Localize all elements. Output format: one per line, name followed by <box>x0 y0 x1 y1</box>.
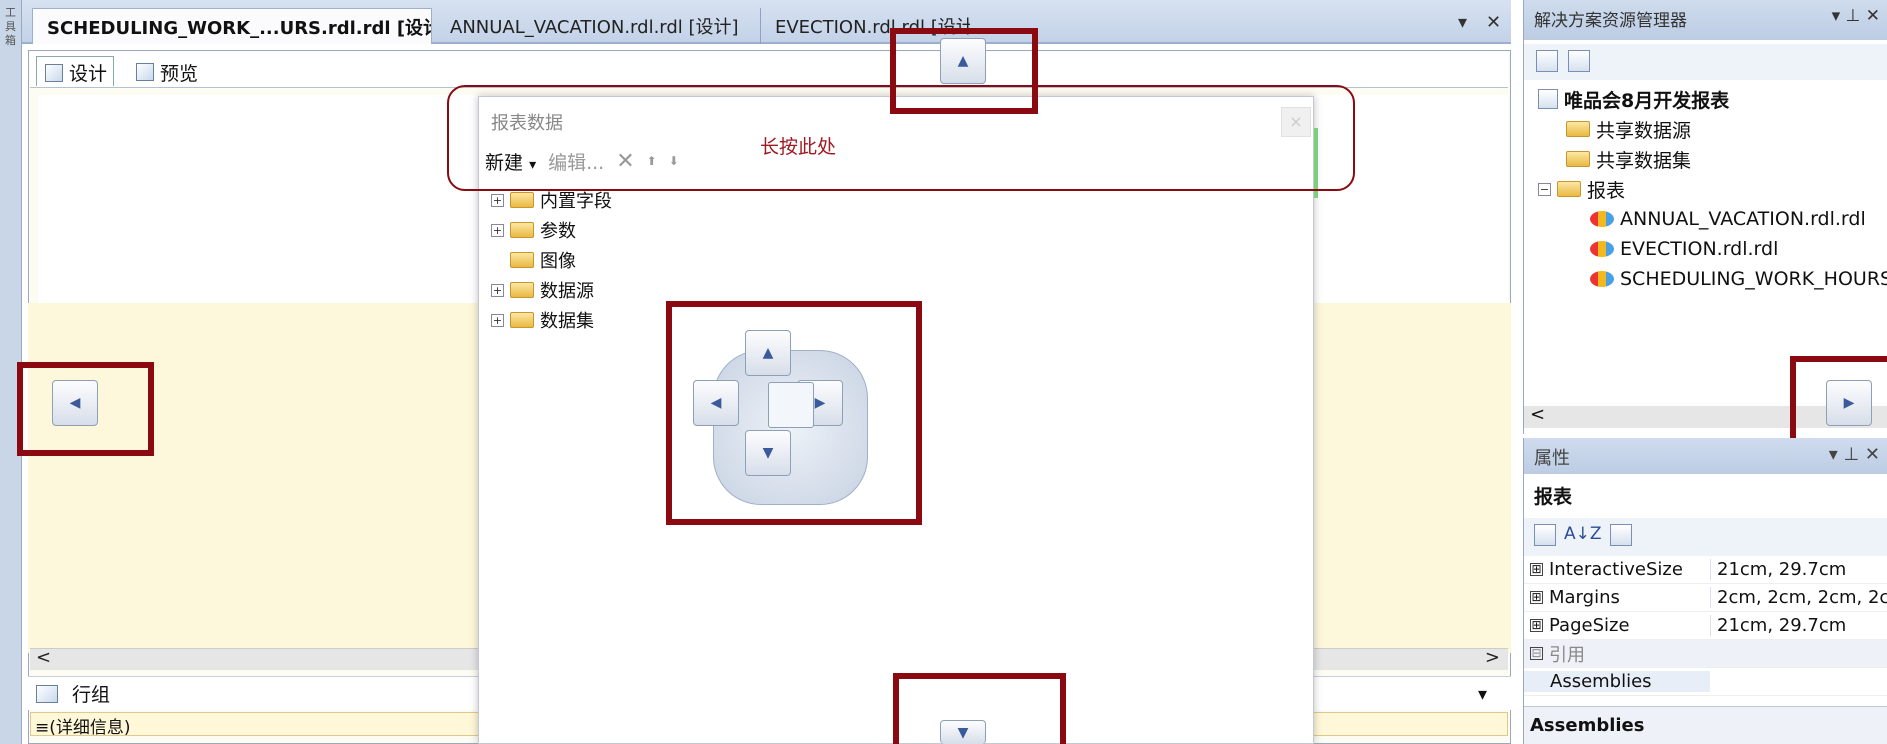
folder-icon <box>510 192 534 208</box>
tab-list-dropdown-icon[interactable]: ▾ <box>1458 12 1467 33</box>
property-value[interactable]: 21cm, 29.7cm <box>1710 559 1887 580</box>
project-root-label: 唯品会8月开发报表 <box>1564 89 1730 112</box>
report-file-scheduling-work-hours[interactable]: SCHEDULING_WORK_HOURS.rdl <box>1538 264 1887 294</box>
panel-controls-icon[interactable]: ▾ ⊥ ✕ <box>1829 444 1880 465</box>
solution-explorer-title: 解决方案资源管理器 <box>1534 11 1687 31</box>
property-key: Margins <box>1549 587 1620 608</box>
property-row-selected[interactable]: Assemblies <box>1524 668 1887 696</box>
property-grid: ⊞ InteractiveSize 21cm, 29.7cm ⊞ Margins 2… <box>1524 556 1887 696</box>
categorized-icon[interactable] <box>1534 524 1556 546</box>
tree-item-images[interactable]: 图像 <box>491 245 612 275</box>
alphabetical-sort-icon[interactable]: A↓Z <box>1564 524 1602 550</box>
tab-annual-vacation[interactable]: ANNUAL_VACATION.rdl.rdl [设计] <box>436 8 756 44</box>
design-icon <box>45 63 63 82</box>
folder-shared-datasets[interactable]: 共享数据集 <box>1538 144 1887 174</box>
highlight-box-bottom <box>893 673 1066 744</box>
folder-label: 共享数据集 <box>1596 149 1692 172</box>
property-pages-icon[interactable] <box>1609 524 1632 546</box>
property-value[interactable]: 21cm, 29.7cm <box>1710 615 1887 636</box>
tab-preview[interactable]: 预览 <box>128 56 204 86</box>
tab-design-label: 设计 <box>69 63 108 85</box>
annotation-long-press: 长按此处 <box>760 136 837 158</box>
expand-icon[interactable]: ⊞ <box>1530 563 1543 576</box>
tab-scheduling-work-hours[interactable]: SCHEDULING_WORK_...URS.rdl.rdl [设计] <box>32 8 432 44</box>
properties-header[interactable]: 属性 ▾ ⊥ ✕ <box>1524 438 1887 474</box>
scroll-right-icon[interactable]: > <box>1485 647 1500 668</box>
property-key: InteractiveSize <box>1549 559 1683 580</box>
tree-item-label: 数据源 <box>540 281 594 302</box>
project-icon <box>1538 89 1558 109</box>
report-file-evection[interactable]: EVECTION.rdl.rdl <box>1538 234 1887 264</box>
folder-icon <box>1566 121 1590 137</box>
row-groups-label: 行组 <box>72 684 111 706</box>
properties-title: 属性 <box>1534 448 1570 469</box>
report-file-icon <box>1590 241 1614 257</box>
solution-explorer-header[interactable]: 解决方案资源管理器 ▾ ⊥ ✕ <box>1524 0 1887 40</box>
solution-tree: 唯品会8月开发报表 共享数据源 共享数据集 − 报表 ANNUAL_VACATI… <box>1538 84 1887 294</box>
tree-item-datasets[interactable]: + 数据集 <box>491 305 612 335</box>
properties-toolbar: A↓Z <box>1524 518 1887 556</box>
panel-controls-icon[interactable]: ▾ ⊥ ✕ <box>1832 6 1880 26</box>
report-file-annual-vacation[interactable]: ANNUAL_VACATION.rdl.rdl <box>1538 204 1887 234</box>
collapse-icon[interactable]: ⊟ <box>1530 647 1543 660</box>
property-key: PageSize <box>1549 615 1630 636</box>
report-data-tree: + 内置字段 + 参数 图像 + 数据源 + 数据集 <box>491 185 612 335</box>
report-file-icon <box>1590 211 1614 227</box>
expand-icon[interactable]: + <box>491 223 504 237</box>
folder-icon <box>1566 151 1590 167</box>
expand-icon[interactable]: + <box>491 193 504 207</box>
collapse-icon[interactable]: − <box>1538 182 1551 196</box>
tab-design[interactable]: 设计 <box>36 56 115 86</box>
show-all-files-icon[interactable] <box>1568 50 1590 72</box>
properties-object-selector[interactable]: 报表 <box>1534 482 1572 509</box>
property-key: Assemblies <box>1550 671 1652 692</box>
close-tab-icon[interactable]: ✕ <box>1486 12 1501 33</box>
expand-icon[interactable]: + <box>491 283 504 297</box>
highlight-box-top <box>890 28 1038 114</box>
tree-item-label: 图像 <box>540 251 576 272</box>
document-tab-bar: SCHEDULING_WORK_...URS.rdl.rdl [设计] ANNU… <box>22 0 1511 44</box>
folder-reports[interactable]: − 报表 <box>1538 174 1887 204</box>
toolbox-label: 工具箱 <box>5 6 16 47</box>
property-row[interactable]: ⊞ Margins 2cm, 2cm, 2cm, 2cr <box>1524 584 1887 612</box>
scroll-left-icon[interactable]: < <box>36 647 51 668</box>
row-groups-icon <box>36 684 58 703</box>
report-file-label: ANNUAL_VACATION.rdl.rdl <box>1620 208 1866 230</box>
preview-icon <box>136 63 154 81</box>
expand-icon[interactable]: ⊞ <box>1530 591 1543 604</box>
folder-icon <box>510 312 534 328</box>
folder-icon <box>510 282 534 298</box>
report-file-label: EVECTION.rdl.rdl <box>1620 238 1779 260</box>
folder-shared-data-sources[interactable]: 共享数据源 <box>1538 114 1887 144</box>
folder-open-icon <box>1557 181 1581 197</box>
solution-explorer-toolbar <box>1524 44 1887 80</box>
highlight-box-center <box>666 301 922 525</box>
tree-item-parameters[interactable]: + 参数 <box>491 215 612 245</box>
tree-item-label: 数据集 <box>540 311 594 332</box>
properties-panel: 属性 ▾ ⊥ ✕ 报表 A↓Z ⊞ InteractiveSize 21cm, 2… <box>1523 438 1887 744</box>
property-description: Assemblies <box>1524 706 1887 744</box>
property-category-row[interactable]: ⊟ 引用 <box>1524 640 1887 668</box>
highlight-box-left <box>17 362 154 456</box>
properties-icon[interactable] <box>1536 50 1558 72</box>
scroll-left-icon[interactable]: < <box>1530 404 1545 425</box>
expand-icon[interactable]: + <box>491 313 504 327</box>
tab-preview-label: 预览 <box>160 62 199 85</box>
property-row[interactable]: ⊞ PageSize 21cm, 29.7cm <box>1524 612 1887 640</box>
folder-icon <box>510 252 534 268</box>
property-value[interactable]: 2cm, 2cm, 2cm, 2cr <box>1710 587 1887 608</box>
project-root[interactable]: 唯品会8月开发报表 <box>1538 84 1887 114</box>
report-file-label: SCHEDULING_WORK_HOURS.rdl <box>1620 268 1887 290</box>
property-category-label: 引用 <box>1549 644 1585 666</box>
folder-label: 共享数据源 <box>1596 119 1692 142</box>
expand-icon[interactable]: ⊞ <box>1530 619 1543 632</box>
tree-item-label: 参数 <box>540 221 576 242</box>
report-file-icon <box>1590 271 1614 287</box>
folder-label: 报表 <box>1587 179 1626 202</box>
row-groups-dropdown-icon[interactable]: ▾ <box>1478 684 1487 705</box>
folder-icon <box>510 222 534 238</box>
design-preview-tabs: 设计 预览 <box>30 52 1508 88</box>
property-row[interactable]: ⊞ InteractiveSize 21cm, 29.7cm <box>1524 556 1887 584</box>
tree-item-data-sources[interactable]: + 数据源 <box>491 275 612 305</box>
